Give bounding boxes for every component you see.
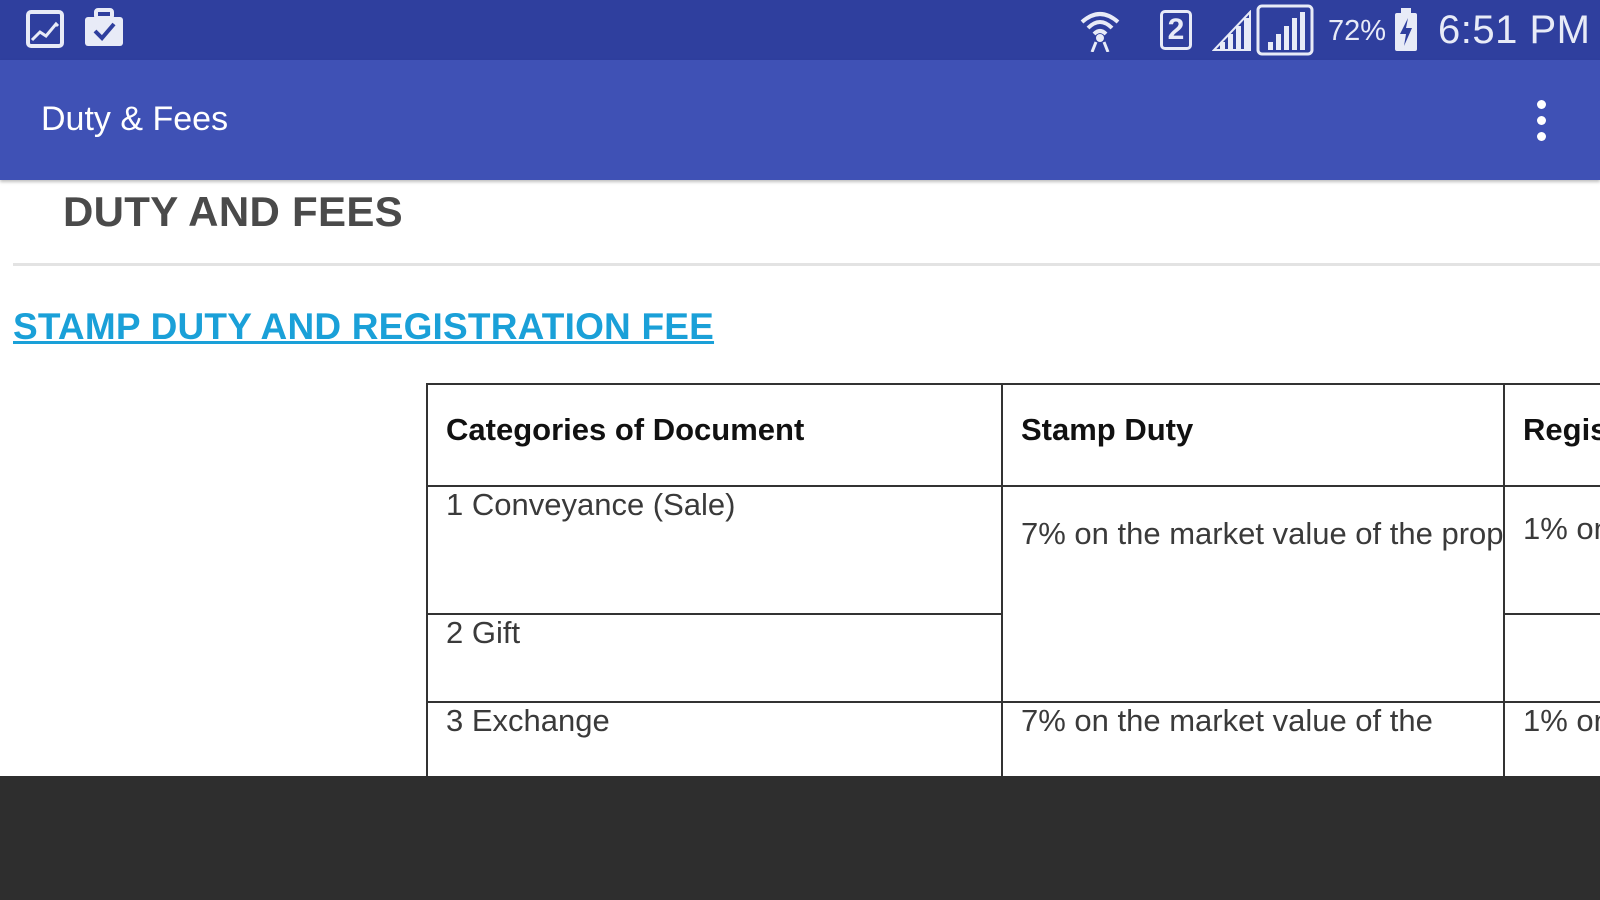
table-cell-category: 2 Gift [426, 613, 1003, 703]
status-bar: 2 72% 6:51 PM [0, 0, 1600, 60]
table-header-registration: Regis [1503, 383, 1600, 487]
battery-percent: 72% [1328, 15, 1387, 47]
table-row: 3 Exchange 7% on the market value of the… [426, 701, 1600, 776]
table-header-stamp-duty: Stamp Duty [1001, 383, 1505, 487]
stamp-duty-link[interactable]: STAMP DUTY AND REGISTRATION FEE [13, 306, 714, 348]
briefcase-check-icon [83, 8, 125, 53]
table-cell-registration: 1% on prope [1503, 485, 1600, 615]
signal-icon [1256, 4, 1314, 61]
table-cell-category: 3 Exchange [426, 701, 1003, 776]
clock: 6:51 PM [1438, 8, 1591, 52]
page-heading: DUTY AND FEES [63, 188, 403, 235]
table-cell-stamp-duty: 7% on the market value of the property [1001, 485, 1505, 703]
navigation-area [0, 776, 1600, 900]
table-cell-stamp-duty: 7% on the market value of the [1001, 701, 1505, 776]
app-bar: Duty & Fees [0, 60, 1600, 180]
app-title: Duty & Fees [41, 100, 229, 138]
gallery-icon [26, 10, 64, 53]
table-cell-registration: 1% on [1503, 701, 1600, 776]
battery-charging-icon [1394, 8, 1418, 57]
wifi-hotspot-icon [1078, 6, 1122, 57]
duty-fees-table: Categories of Document Stamp Duty Regis … [426, 383, 1600, 776]
sim-2-icon: 2 [1160, 10, 1192, 50]
signal-icon [1211, 9, 1252, 57]
table-row: 1 Conveyance (Sale) 7% on the market val… [426, 485, 1600, 703]
table-cell-registration [1503, 613, 1600, 703]
more-vert-icon[interactable] [1520, 90, 1564, 150]
divider [13, 263, 1600, 266]
table-header-row: Categories of Document Stamp Duty Regis [426, 383, 1600, 487]
app-screen: 2 72% 6:51 PM Duty & Fees DUTY AND FEES … [0, 0, 1600, 900]
table-header-category: Categories of Document [426, 383, 1003, 487]
table-cell-category: 1 Conveyance (Sale) [426, 485, 1003, 615]
content-webview[interactable]: DUTY AND FEES STAMP DUTY AND REGISTRATIO… [0, 180, 1600, 776]
